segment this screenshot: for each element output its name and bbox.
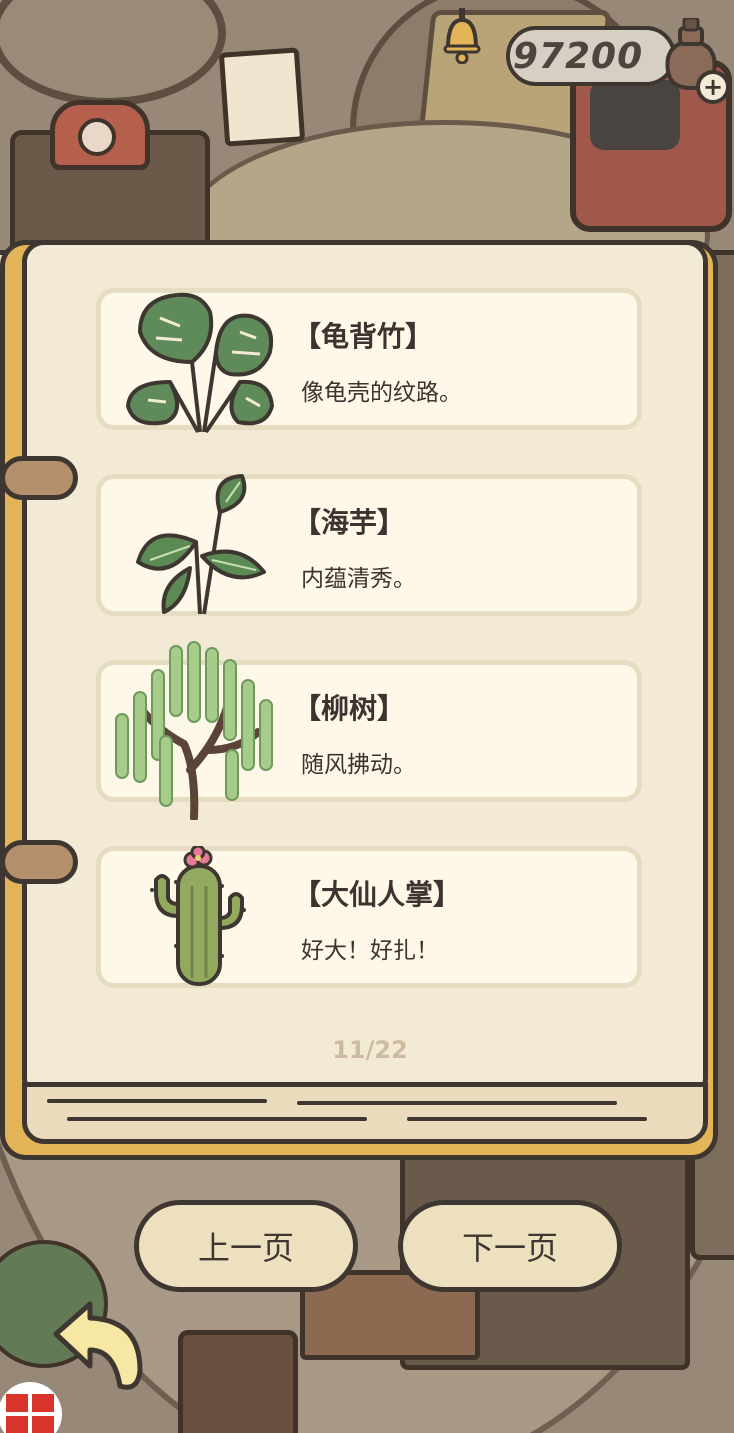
bell-icon: [443, 8, 481, 64]
item-name: 【龟背竹】: [293, 320, 434, 353]
item-description: 随风拂动。: [301, 752, 416, 778]
item-description: 好大！好扎！: [301, 938, 439, 964]
page-indicator: 11/22: [332, 1036, 408, 1064]
page-edge-line: [67, 1117, 367, 1121]
logo-icon: [0, 1382, 62, 1433]
item-name: 【海芋】: [293, 506, 406, 539]
back-arrow-icon[interactable]: [50, 1300, 160, 1400]
binder-ring-bottom: [0, 840, 78, 884]
page-edge-line: [47, 1099, 267, 1103]
item-description: 像龟壳的纹路。: [301, 380, 462, 406]
willow-tree-icon: [115, 641, 273, 820]
page-edge-line: [297, 1101, 617, 1105]
monstera-plant-icon: [126, 292, 274, 434]
next-page-button[interactable]: 下一页: [398, 1200, 622, 1292]
coin-amount: 97200: [512, 35, 644, 77]
book-page-edges: [22, 1082, 708, 1144]
binder-ring-top: [0, 456, 78, 500]
page-edge-line: [407, 1117, 647, 1121]
item-description: 内蕴清秀。: [301, 566, 416, 592]
big-cactus-icon: [150, 846, 246, 986]
add-coins-button[interactable]: +: [696, 70, 730, 104]
item-name: 【柳树】: [293, 692, 406, 725]
plant-pot: [178, 1330, 298, 1433]
alocasia-plant-icon: [136, 474, 266, 615]
game-scene: 97200 + 【龟背竹】 像龟壳的纹路。 【海芋】 内蕴清秀。 【柳树】 随风…: [0, 0, 734, 1433]
item-name: 【大仙人掌】: [293, 878, 462, 911]
coin-counter: 97200: [506, 26, 676, 86]
telephone-dial: [78, 118, 116, 156]
previous-page-button[interactable]: 上一页: [134, 1200, 358, 1292]
wall-calendar: [218, 47, 306, 147]
